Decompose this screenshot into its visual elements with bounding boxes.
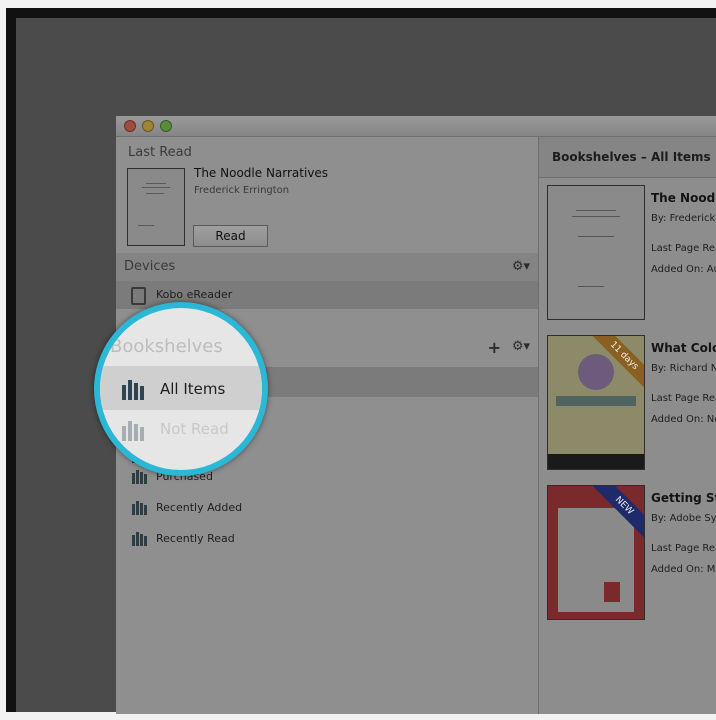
last-read-title: The Noodle Narratives bbox=[194, 166, 329, 180]
book-cover[interactable]: NEW bbox=[547, 485, 645, 620]
book-title: The Noodl bbox=[651, 191, 716, 205]
book-card[interactable]: The Noodl By: Frederick Last Page Rea Ad… bbox=[539, 185, 716, 335]
devices-section-header: Devices ⚙▾ bbox=[116, 253, 538, 281]
book-last-page: Last Page Rea bbox=[651, 243, 716, 254]
book-title: What Colo bbox=[651, 341, 716, 355]
close-window-button[interactable] bbox=[124, 120, 136, 132]
shelf-label: Recently Read bbox=[156, 532, 235, 545]
device-label: Kobo eReader bbox=[156, 288, 233, 301]
shelf-item-recently-added[interactable]: Recently Added bbox=[116, 494, 538, 522]
book-last-page: Last Page Rea bbox=[651, 543, 716, 554]
plus-icon[interactable]: + bbox=[488, 338, 501, 357]
content-title: Bookshelves – All Items bbox=[552, 150, 711, 164]
book-cover[interactable]: 11 days bbox=[547, 335, 645, 470]
zoom-window-button[interactable] bbox=[160, 120, 172, 132]
shelf-label: Not Read bbox=[160, 420, 229, 438]
read-button[interactable]: Read bbox=[193, 225, 268, 247]
last-read-header: Last Read bbox=[128, 145, 192, 160]
book-added-on: Added On: Ma bbox=[651, 564, 716, 575]
last-read-cover[interactable] bbox=[127, 168, 185, 246]
book-title: Getting Sta bbox=[651, 491, 716, 505]
book-author: By: Frederick bbox=[651, 213, 716, 224]
content-header: Bookshelves – All Items bbox=[539, 137, 716, 178]
bookshelf-icon bbox=[122, 380, 144, 400]
book-card[interactable]: NEW Getting Sta By: Adobe Sys Last Page … bbox=[539, 485, 716, 635]
last-read-author: Frederick Errington bbox=[194, 185, 290, 196]
shelf-item-all-items[interactable]: All Items bbox=[100, 366, 262, 410]
book-author: By: Adobe Sys bbox=[651, 513, 716, 524]
book-added-on: Added On: Au bbox=[651, 264, 716, 275]
title-bar[interactable] bbox=[116, 116, 716, 137]
content-pane: Bookshelves – All Items The Noodl By: Fr… bbox=[538, 137, 716, 714]
book-last-page: Last Page Rea bbox=[651, 393, 716, 404]
bookshelf-icon bbox=[132, 470, 147, 484]
shelf-label: All Items bbox=[160, 380, 226, 398]
book-added-on: Added On: No bbox=[651, 414, 716, 425]
shelf-label: Recently Added bbox=[156, 501, 243, 514]
bookshelf-icon bbox=[132, 532, 147, 546]
devices-header: Devices bbox=[124, 259, 176, 274]
gear-icon[interactable]: ⚙▾ bbox=[512, 259, 530, 274]
shelf-item-recently-read[interactable]: Recently Read bbox=[116, 525, 538, 553]
book-cover[interactable] bbox=[547, 185, 645, 320]
bookshelves-header: Bookshelves bbox=[110, 336, 223, 357]
bookshelf-icon bbox=[122, 421, 144, 441]
bookshelf-icon bbox=[132, 501, 147, 515]
minimize-window-button[interactable] bbox=[142, 120, 154, 132]
ereader-icon bbox=[131, 287, 146, 305]
book-author: By: Richard N bbox=[651, 363, 716, 374]
book-card[interactable]: 11 days What Colo By: Richard N Last Pag… bbox=[539, 335, 716, 485]
magnifier-callout: Bookshelves All Items Not Read bbox=[94, 302, 268, 476]
gear-icon[interactable]: ⚙▾ bbox=[512, 339, 530, 354]
